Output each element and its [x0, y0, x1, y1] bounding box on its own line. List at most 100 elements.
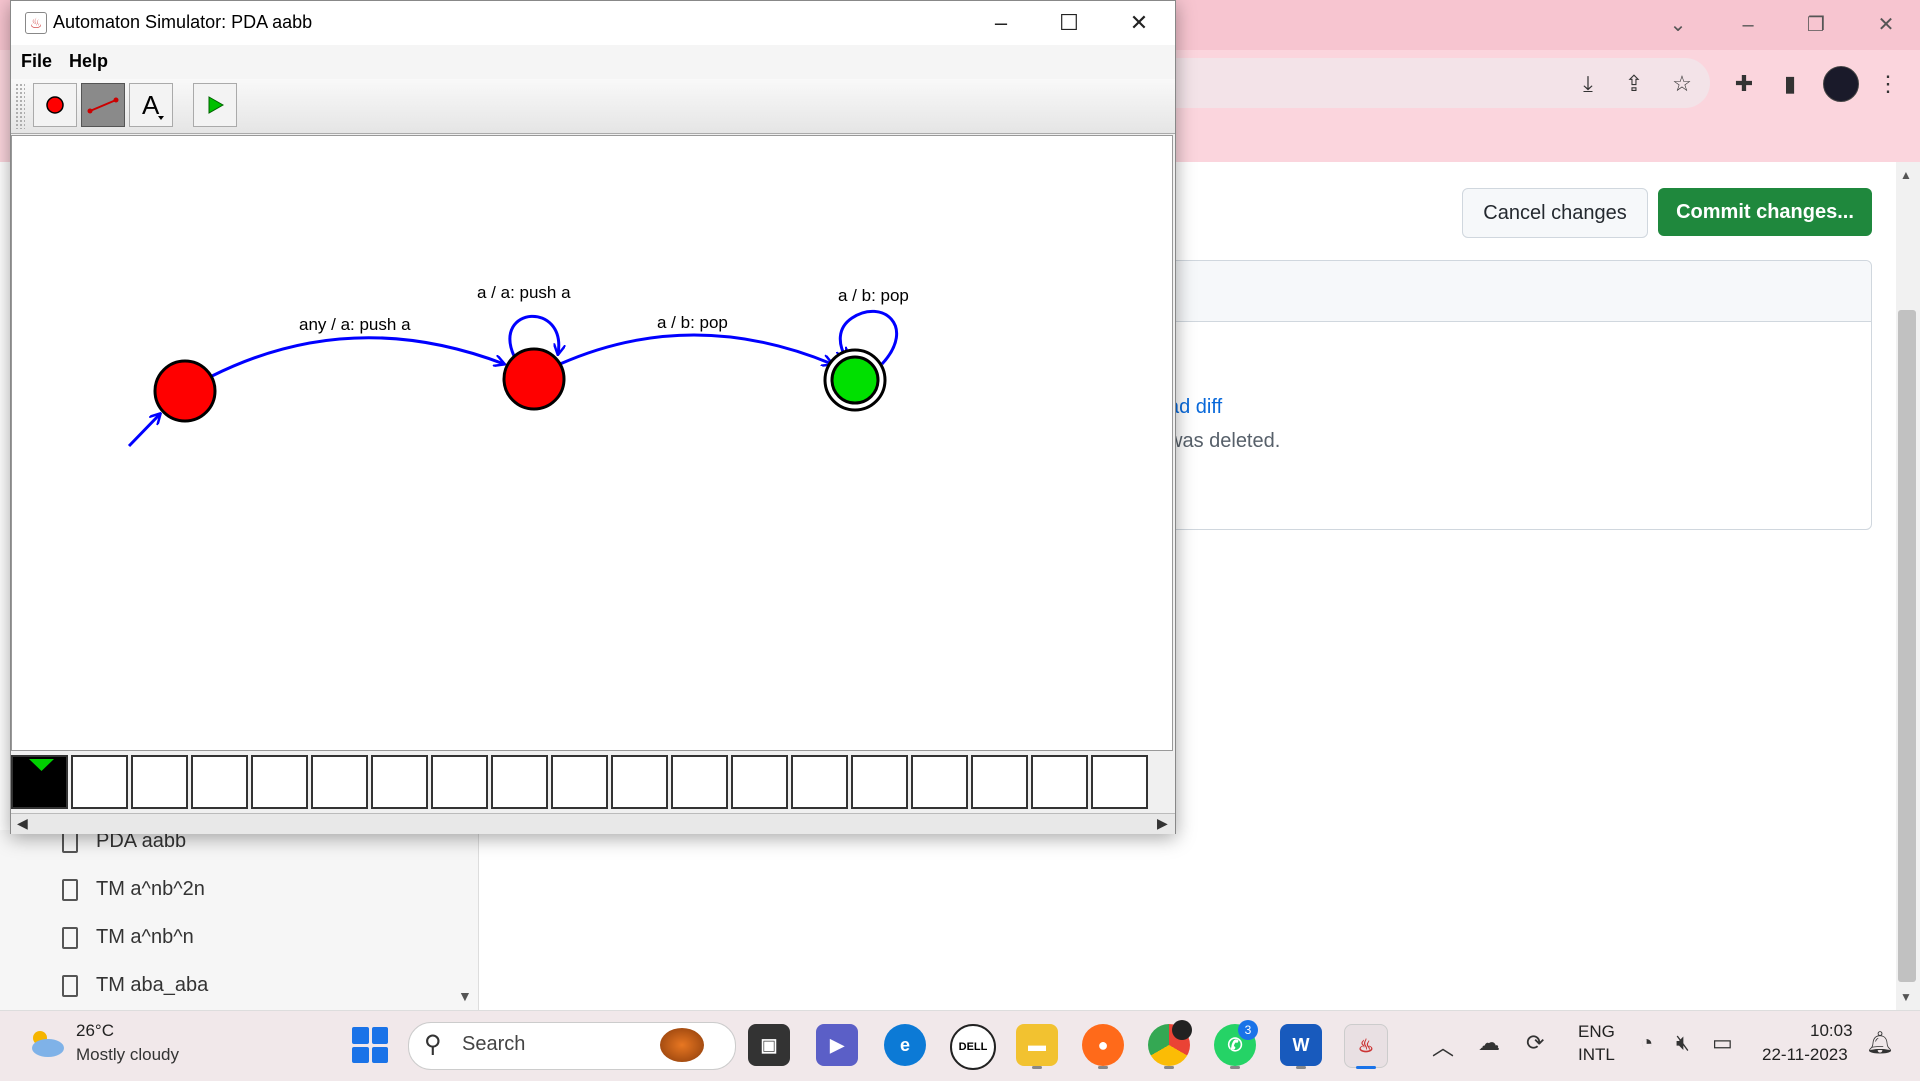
tape-cell[interactable] [851, 755, 908, 809]
tape-head-arrow-icon [29, 759, 54, 771]
tape-scrollbar[interactable]: ◀ ▶ [11, 813, 1175, 834]
tape-cell[interactable] [191, 755, 248, 809]
transition-label[interactable]: any / a: push a [299, 315, 411, 334]
file-item[interactable]: TM aba_aba [62, 974, 208, 997]
install-icon[interactable]: ⤓ [1572, 68, 1604, 100]
tape-cell[interactable] [71, 755, 128, 809]
tape-cell[interactable] [251, 755, 308, 809]
tape-cell[interactable] [791, 755, 848, 809]
tape-cell[interactable] [671, 755, 728, 809]
tape-cell[interactable] [971, 755, 1028, 809]
tape-cell[interactable] [491, 755, 548, 809]
file-item[interactable]: TM a^nb^2n [62, 878, 205, 901]
scroll-down-icon[interactable]: ▼ [1900, 990, 1912, 1004]
diff-panel-header [1151, 261, 1871, 322]
running-indicator [1032, 1066, 1042, 1069]
whatsapp-notification-badge: 3 [1238, 1020, 1258, 1040]
cancel-changes-button[interactable]: Cancel changes [1462, 188, 1648, 238]
state[interactable] [502, 347, 566, 411]
tape-cell[interactable] [911, 755, 968, 809]
tape-cell[interactable] [1091, 755, 1148, 809]
running-indicator [1164, 1066, 1174, 1069]
profile-avatar[interactable] [1823, 66, 1859, 102]
clock-date[interactable]: 22-11-2023 [1762, 1045, 1848, 1065]
diff-panel [1150, 260, 1872, 530]
transition-edge[interactable] [211, 336, 504, 378]
weather-temperature[interactable]: 26°C [76, 1021, 114, 1041]
extensions-icon[interactable]: ✚ [1728, 68, 1760, 100]
scroll-left-icon[interactable]: ◀ [17, 815, 28, 832]
battery-icon[interactable]: ▭ [1712, 1030, 1733, 1056]
word-icon[interactable]: W [1280, 1024, 1322, 1066]
sync-icon[interactable]: ⟳ [1526, 1030, 1544, 1056]
initial-state[interactable] [153, 359, 217, 423]
language-indicator[interactable]: ENG [1578, 1022, 1615, 1042]
window-title: Automaton Simulator: PDA aabb [53, 12, 313, 32]
edge-icon[interactable]: e [884, 1024, 926, 1066]
toolbar-grip[interactable] [15, 83, 25, 129]
tape-cell[interactable] [431, 755, 488, 809]
running-indicator [1296, 1066, 1306, 1069]
minimize-icon[interactable]: – [1728, 8, 1768, 42]
tape-cell[interactable] [371, 755, 428, 809]
side-panel-icon[interactable]: ▮ [1774, 68, 1806, 100]
volume-muted-icon[interactable]: 🔇︎ [1676, 1030, 1690, 1056]
text-a-icon: A [142, 90, 164, 120]
cloudy-weather-icon[interactable] [26, 1028, 66, 1058]
tape-cell[interactable] [731, 755, 788, 809]
input-tape [11, 753, 1175, 811]
tab-search-icon[interactable]: ⌄ [1658, 8, 1698, 42]
menu-help[interactable]: Help [69, 51, 108, 72]
tape-cell[interactable] [311, 755, 368, 809]
keyboard-layout-indicator[interactable]: INTL [1578, 1045, 1615, 1065]
transition-tool-button[interactable] [81, 83, 125, 127]
onedrive-icon[interactable]: ☁ [1478, 1030, 1500, 1056]
firefox-icon[interactable]: ● [1082, 1024, 1124, 1066]
tape-cell[interactable] [551, 755, 608, 809]
sim-maximize-icon[interactable]: ☐ [1049, 7, 1089, 39]
transition-label[interactable]: a / b: pop [838, 286, 909, 305]
running-indicator [1098, 1066, 1108, 1069]
weather-description[interactable]: Mostly cloudy [76, 1045, 179, 1065]
file-explorer-icon[interactable]: ▬ [1016, 1024, 1058, 1066]
menu-file[interactable]: File [21, 51, 52, 72]
commit-changes-button[interactable]: Commit changes... [1658, 188, 1872, 236]
tape-cell[interactable] [611, 755, 668, 809]
start-arrow [127, 414, 160, 448]
restore-icon[interactable]: ❐ [1796, 8, 1836, 42]
load-diff-link[interactable]: ad diff [1168, 396, 1222, 419]
bookmark-star-icon[interactable]: ☆ [1666, 68, 1698, 100]
transition-edge[interactable] [559, 333, 832, 364]
file-item[interactable]: TM a^nb^n [62, 926, 194, 949]
transition-label[interactable]: a / b: pop [657, 313, 728, 332]
file-tree-scroll-down-icon[interactable]: ▼ [458, 988, 472, 1004]
sim-close-icon[interactable]: ✕ [1119, 7, 1159, 39]
tray-overflow-icon[interactable]: ︿ [1432, 1030, 1454, 1062]
share-icon[interactable]: ⇪ [1618, 68, 1650, 100]
dell-icon[interactable]: DELL [950, 1024, 996, 1070]
accepting-state[interactable] [830, 355, 880, 405]
text-tool-button[interactable]: A [129, 83, 173, 127]
task-view-icon[interactable]: ▣ [748, 1024, 790, 1066]
tape-head-cell[interactable] [11, 755, 68, 809]
automaton-canvas[interactable]: any / a: push a a / a: push a a / b: pop… [11, 135, 1173, 751]
windows-start-icon[interactable] [352, 1027, 388, 1063]
transition-label[interactable]: a / a: push a [477, 283, 571, 302]
teams-chat-icon[interactable]: ▶ [816, 1024, 858, 1066]
java-icon: ♨ [25, 12, 47, 34]
file-item-label: TM a^nb^n [96, 926, 194, 948]
scroll-up-icon[interactable]: ▲ [1900, 168, 1912, 182]
java-app-icon[interactable]: ♨ [1344, 1024, 1388, 1068]
wifi-icon[interactable]: ◔ [1640, 1030, 1653, 1056]
run-tool-button[interactable] [193, 83, 237, 127]
page-scroll-thumb[interactable] [1898, 310, 1916, 982]
tape-cell[interactable] [131, 755, 188, 809]
scroll-right-icon[interactable]: ▶ [1157, 815, 1168, 832]
sim-minimize-icon[interactable]: – [981, 7, 1021, 39]
state-tool-button[interactable] [33, 83, 77, 127]
menu-icon[interactable]: ⋮ [1872, 68, 1904, 100]
notification-bell-icon[interactable]: 🔔︎ [1866, 1030, 1894, 1056]
close-icon[interactable]: ✕ [1866, 8, 1906, 42]
tape-cell[interactable] [1031, 755, 1088, 809]
clock-time[interactable]: 10:03 [1810, 1021, 1853, 1041]
